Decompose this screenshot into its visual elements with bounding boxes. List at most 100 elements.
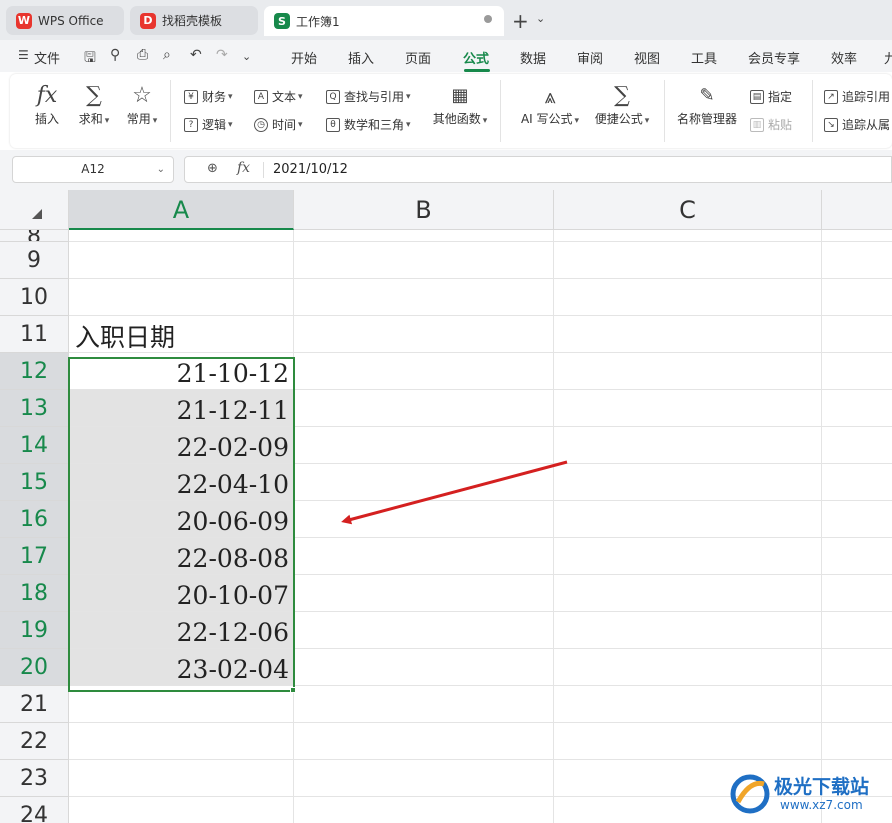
redo-icon[interactable]: ↷ bbox=[216, 47, 228, 63]
formula-bar: A12 ⌄ ⊕ fx 2021/10/12 bbox=[0, 150, 892, 190]
zoom-icon[interactable]: ⊕ bbox=[207, 161, 218, 176]
button-label: 财务 bbox=[202, 90, 227, 104]
undo-icon[interactable]: ↶ bbox=[190, 47, 202, 63]
menu-review[interactable]: 审阅 bbox=[577, 48, 603, 67]
menu-bar: ☰ 文件 🖫 ⚲ ⎙ ⌕ ↶ ↷ ⌄ 开始 插入 页面 公式 数据 审阅 视图 … bbox=[0, 40, 892, 72]
menu-member[interactable]: 会员专享 bbox=[748, 48, 800, 67]
formula-input-area[interactable]: ⊕ fx 2021/10/12 bbox=[184, 156, 892, 183]
menu-efficiency[interactable]: 效率 bbox=[831, 48, 857, 67]
tab-label: 找稻壳模板 bbox=[162, 14, 223, 28]
button-label: 追踪从属 bbox=[842, 118, 891, 132]
math-icon: θ bbox=[326, 117, 340, 132]
other-functions-button[interactable]: ▦ 其他函数 ▾ bbox=[424, 82, 496, 127]
formula-divider bbox=[263, 162, 264, 178]
fx-icon[interactable]: fx bbox=[237, 160, 250, 176]
tab-workbook[interactable]: S 工作簿1 bbox=[264, 6, 504, 36]
fx-icon: fx bbox=[36, 83, 58, 108]
red-arrow bbox=[341, 460, 568, 525]
button-label: 求和 bbox=[78, 112, 103, 126]
text-icon: A bbox=[254, 89, 268, 104]
ribbon-divider bbox=[170, 80, 171, 142]
math-button[interactable]: θ 数学和三角 ▾ bbox=[326, 116, 411, 133]
menu-more[interactable]: 九 bbox=[884, 48, 892, 67]
ribbon-divider bbox=[500, 80, 501, 142]
spreadsheet-logo-icon: S bbox=[274, 13, 290, 29]
button-label: 插入 bbox=[34, 112, 59, 126]
button-label: 名称管理器 bbox=[676, 112, 737, 126]
chevron-down-icon[interactable]: ⌄ bbox=[157, 157, 165, 182]
menu-view[interactable]: 视图 bbox=[634, 48, 660, 67]
menu-insert[interactable]: 插入 bbox=[348, 48, 374, 67]
new-tab-icon[interactable]: + bbox=[512, 9, 529, 33]
name-tag-icon: ✎ bbox=[699, 85, 715, 106]
trace-precedents-button[interactable]: ↗ 追踪引用 bbox=[824, 88, 890, 105]
ribbon-divider bbox=[812, 80, 813, 142]
button-label: 常用 bbox=[126, 112, 151, 126]
sigma-icon: ∑ bbox=[86, 83, 102, 108]
specify-icon: ▤ bbox=[750, 89, 764, 104]
common-functions-button[interactable]: ☆ 常用 ▾ bbox=[118, 82, 166, 127]
lookup-button[interactable]: Q 查找与引用 ▾ bbox=[326, 88, 411, 105]
paste-icon: ▥ bbox=[750, 117, 764, 132]
star-icon: ☆ bbox=[132, 83, 152, 108]
tab-wps-office[interactable]: W WPS Office bbox=[6, 6, 124, 35]
clock-icon: ◷ bbox=[254, 117, 268, 132]
insert-function-button[interactable]: fx 插入 bbox=[30, 82, 64, 127]
ribbon-divider bbox=[664, 80, 665, 142]
button-label: 文本 bbox=[272, 90, 297, 104]
specify-button[interactable]: ▤ 指定 bbox=[750, 88, 792, 105]
button-label: 其他函数 bbox=[432, 112, 481, 126]
print-preview-icon[interactable]: ⌕ bbox=[163, 47, 171, 63]
hamburger-menu-icon[interactable]: ☰ bbox=[18, 48, 29, 62]
spreadsheet-grid: A B C 891011入职日期1221-10-121321-12-111422… bbox=[0, 190, 892, 823]
menu-page[interactable]: 页面 bbox=[405, 48, 431, 67]
button-label: 数学和三角 bbox=[344, 118, 405, 132]
watermark-url: www.xz7.com bbox=[780, 798, 863, 812]
annotation-arrow bbox=[341, 460, 568, 525]
close-tab-icon[interactable] bbox=[484, 15, 492, 23]
menu-tools[interactable]: 工具 bbox=[691, 48, 717, 67]
ai-icon: ⩓ bbox=[544, 84, 556, 108]
wps-logo-icon: W bbox=[16, 12, 32, 29]
print-icon[interactable]: ⎙ bbox=[137, 47, 148, 63]
paste-name-button[interactable]: ▥ 粘贴 bbox=[750, 116, 792, 133]
quick-formula-button[interactable]: ∑ 便捷公式 ▾ bbox=[590, 82, 654, 127]
ai-formula-button[interactable]: ⩓ AI 写公式 ▾ bbox=[516, 82, 584, 127]
menu-formula[interactable]: 公式 bbox=[463, 48, 489, 67]
trace-dependents-icon: ↘ bbox=[824, 117, 838, 132]
button-label: 查找与引用 bbox=[344, 90, 405, 104]
trace-precedents-icon: ↗ bbox=[824, 89, 838, 104]
more-chevron-icon[interactable]: ⌄ bbox=[242, 50, 251, 63]
button-label: 逻辑 bbox=[202, 118, 227, 132]
trace-dependents-button[interactable]: ↘ 追踪从属 bbox=[824, 116, 890, 133]
calendar-grid-icon: ▦ bbox=[451, 85, 469, 106]
text-button[interactable]: A 文本 ▾ bbox=[254, 88, 303, 105]
menu-file[interactable]: 文件 bbox=[34, 48, 60, 67]
formula-input[interactable]: 2021/10/12 bbox=[273, 162, 348, 177]
save-icon[interactable]: 🖫 bbox=[84, 47, 96, 71]
share-icon[interactable]: ⚲ bbox=[110, 47, 120, 63]
button-label: 时间 bbox=[272, 118, 297, 132]
ribbon: fx 插入 ∑ 求和 ▾ ☆ 常用 ▾ ¥ 财务 ▾ A 文本 ▾ Q 查找与引用 ▾ ? 逻辑 ▾… bbox=[10, 74, 892, 148]
button-label: 追踪引用 bbox=[842, 90, 891, 104]
autosum-button[interactable]: ∑ 求和 ▾ bbox=[72, 82, 116, 127]
site-watermark: 极光下载站 www.xz7.com bbox=[730, 770, 890, 820]
name-box-value: A12 bbox=[81, 162, 105, 176]
menu-data[interactable]: 数据 bbox=[520, 48, 546, 67]
button-label: 粘贴 bbox=[768, 118, 793, 132]
title-bar: W WPS Office D 找稻壳模板 S 工作簿1 + ⌄ bbox=[0, 0, 892, 40]
button-label: 便捷公式 bbox=[594, 112, 643, 126]
aurora-logo-icon bbox=[730, 774, 770, 814]
tab-docer-templates[interactable]: D 找稻壳模板 bbox=[130, 6, 258, 35]
time-button[interactable]: ◷ 时间 ▾ bbox=[254, 116, 303, 133]
logic-button[interactable]: ? 逻辑 ▾ bbox=[184, 116, 233, 133]
watermark-name: 极光下载站 bbox=[774, 776, 870, 798]
finance-button[interactable]: ¥ 财务 ▾ bbox=[184, 88, 233, 105]
tab-label: 工作簿1 bbox=[296, 14, 340, 29]
name-manager-button[interactable]: ✎ 名称管理器 bbox=[674, 82, 740, 127]
active-tab-indicator bbox=[464, 69, 490, 72]
menu-home[interactable]: 开始 bbox=[291, 48, 317, 67]
name-box[interactable]: A12 ⌄ bbox=[12, 156, 174, 183]
tab-label: WPS Office bbox=[38, 13, 104, 28]
chevron-down-icon[interactable]: ⌄ bbox=[536, 12, 545, 25]
